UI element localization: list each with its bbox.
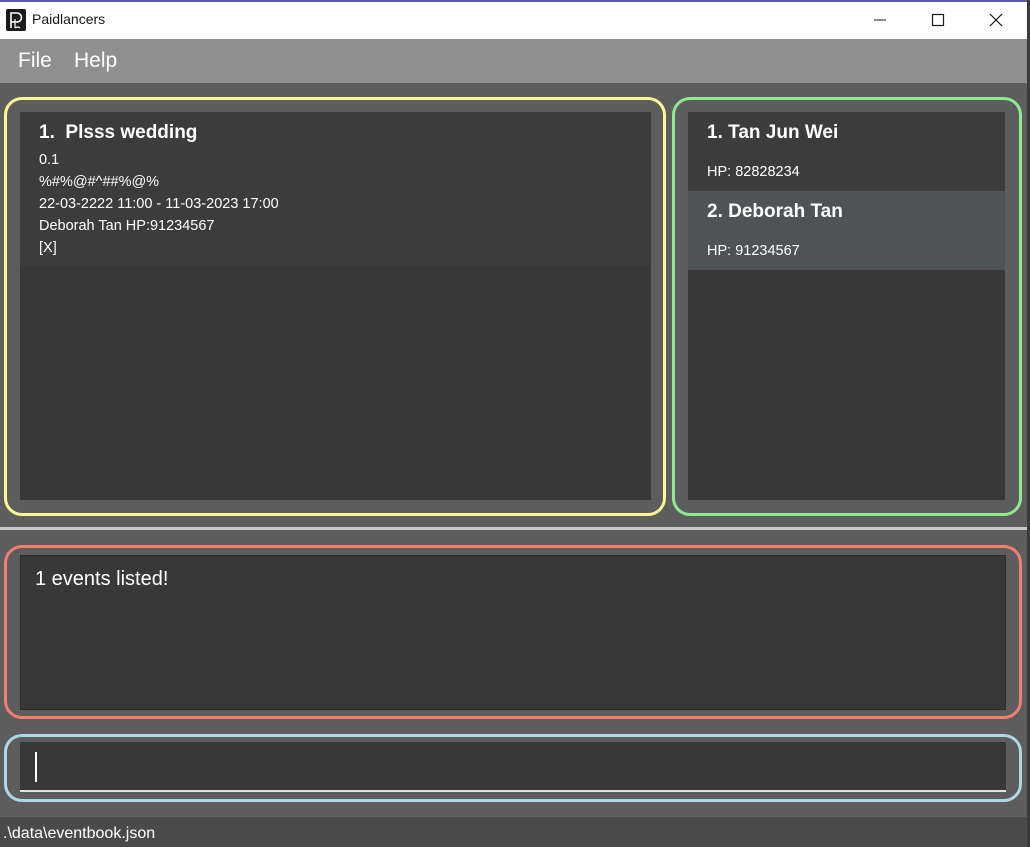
close-icon [989,13,1003,27]
contact-title: 2. Deborah Tan [707,201,843,222]
minimize-button[interactable] [851,2,909,39]
maximize-button[interactable] [909,2,967,39]
app-logo-icon [6,9,26,31]
event-index: 1. [39,122,55,143]
lower-section: 1 events listed! [0,530,1027,817]
contact-card[interactable]: 1. Tan Jun Wei HP: 82828234 [688,112,1005,191]
menu-help[interactable]: Help [74,49,117,73]
close-button[interactable] [967,2,1025,39]
event-contact: Deborah Tan HP:91234567 [39,218,215,234]
contact-title: 1. Tan Jun Wei [707,122,839,143]
maximize-icon [931,13,945,27]
event-timing: 22-03-2222 11:00 - 11-03-2023 17:00 [39,196,279,212]
command-input[interactable] [20,742,1006,792]
contact-card-selected[interactable]: 2. Deborah Tan HP: 91234567 [688,191,1005,270]
window-title: Paidlancers [32,11,106,27]
event-address: %#%@#^##%@% [39,174,160,190]
result-display[interactable]: 1 events listed! [20,555,1006,710]
contact-phone: HP: 91234567 [707,243,800,259]
event-card[interactable]: 1. Plsss wedding 0.1 %#%@#^##%@% 22-03-2… [20,112,651,266]
event-mark: [X] [39,240,57,256]
result-message: 1 events listed! [35,568,169,590]
event-list[interactable]: 1. Plsss wedding 0.1 %#%@#^##%@% 22-03-2… [20,112,651,500]
menu-bar: File Help [0,39,1027,83]
status-file-path: .\data\eventbook.json [3,825,156,842]
minimize-icon [874,19,886,21]
contact-phone: HP: 82828234 [707,164,800,180]
text-caret [35,752,37,782]
event-name: Plsss wedding [65,122,198,143]
menu-file[interactable]: File [18,49,52,73]
title-bar[interactable]: Paidlancers [0,2,1027,39]
contact-list[interactable]: 1. Tan Jun Wei HP: 82828234 2. Deborah T… [688,112,1005,500]
event-title: 1. Plsss wedding [39,122,197,144]
main-panels: 1. Plsss wedding 0.1 %#%@#^##%@% 22-03-2… [0,83,1027,527]
status-bar: .\data\eventbook.json [0,817,1027,847]
event-rate: 0.1 [39,152,60,168]
app-window: Paidlancers File Help 1. Plsss wedding 0… [0,0,1030,847]
